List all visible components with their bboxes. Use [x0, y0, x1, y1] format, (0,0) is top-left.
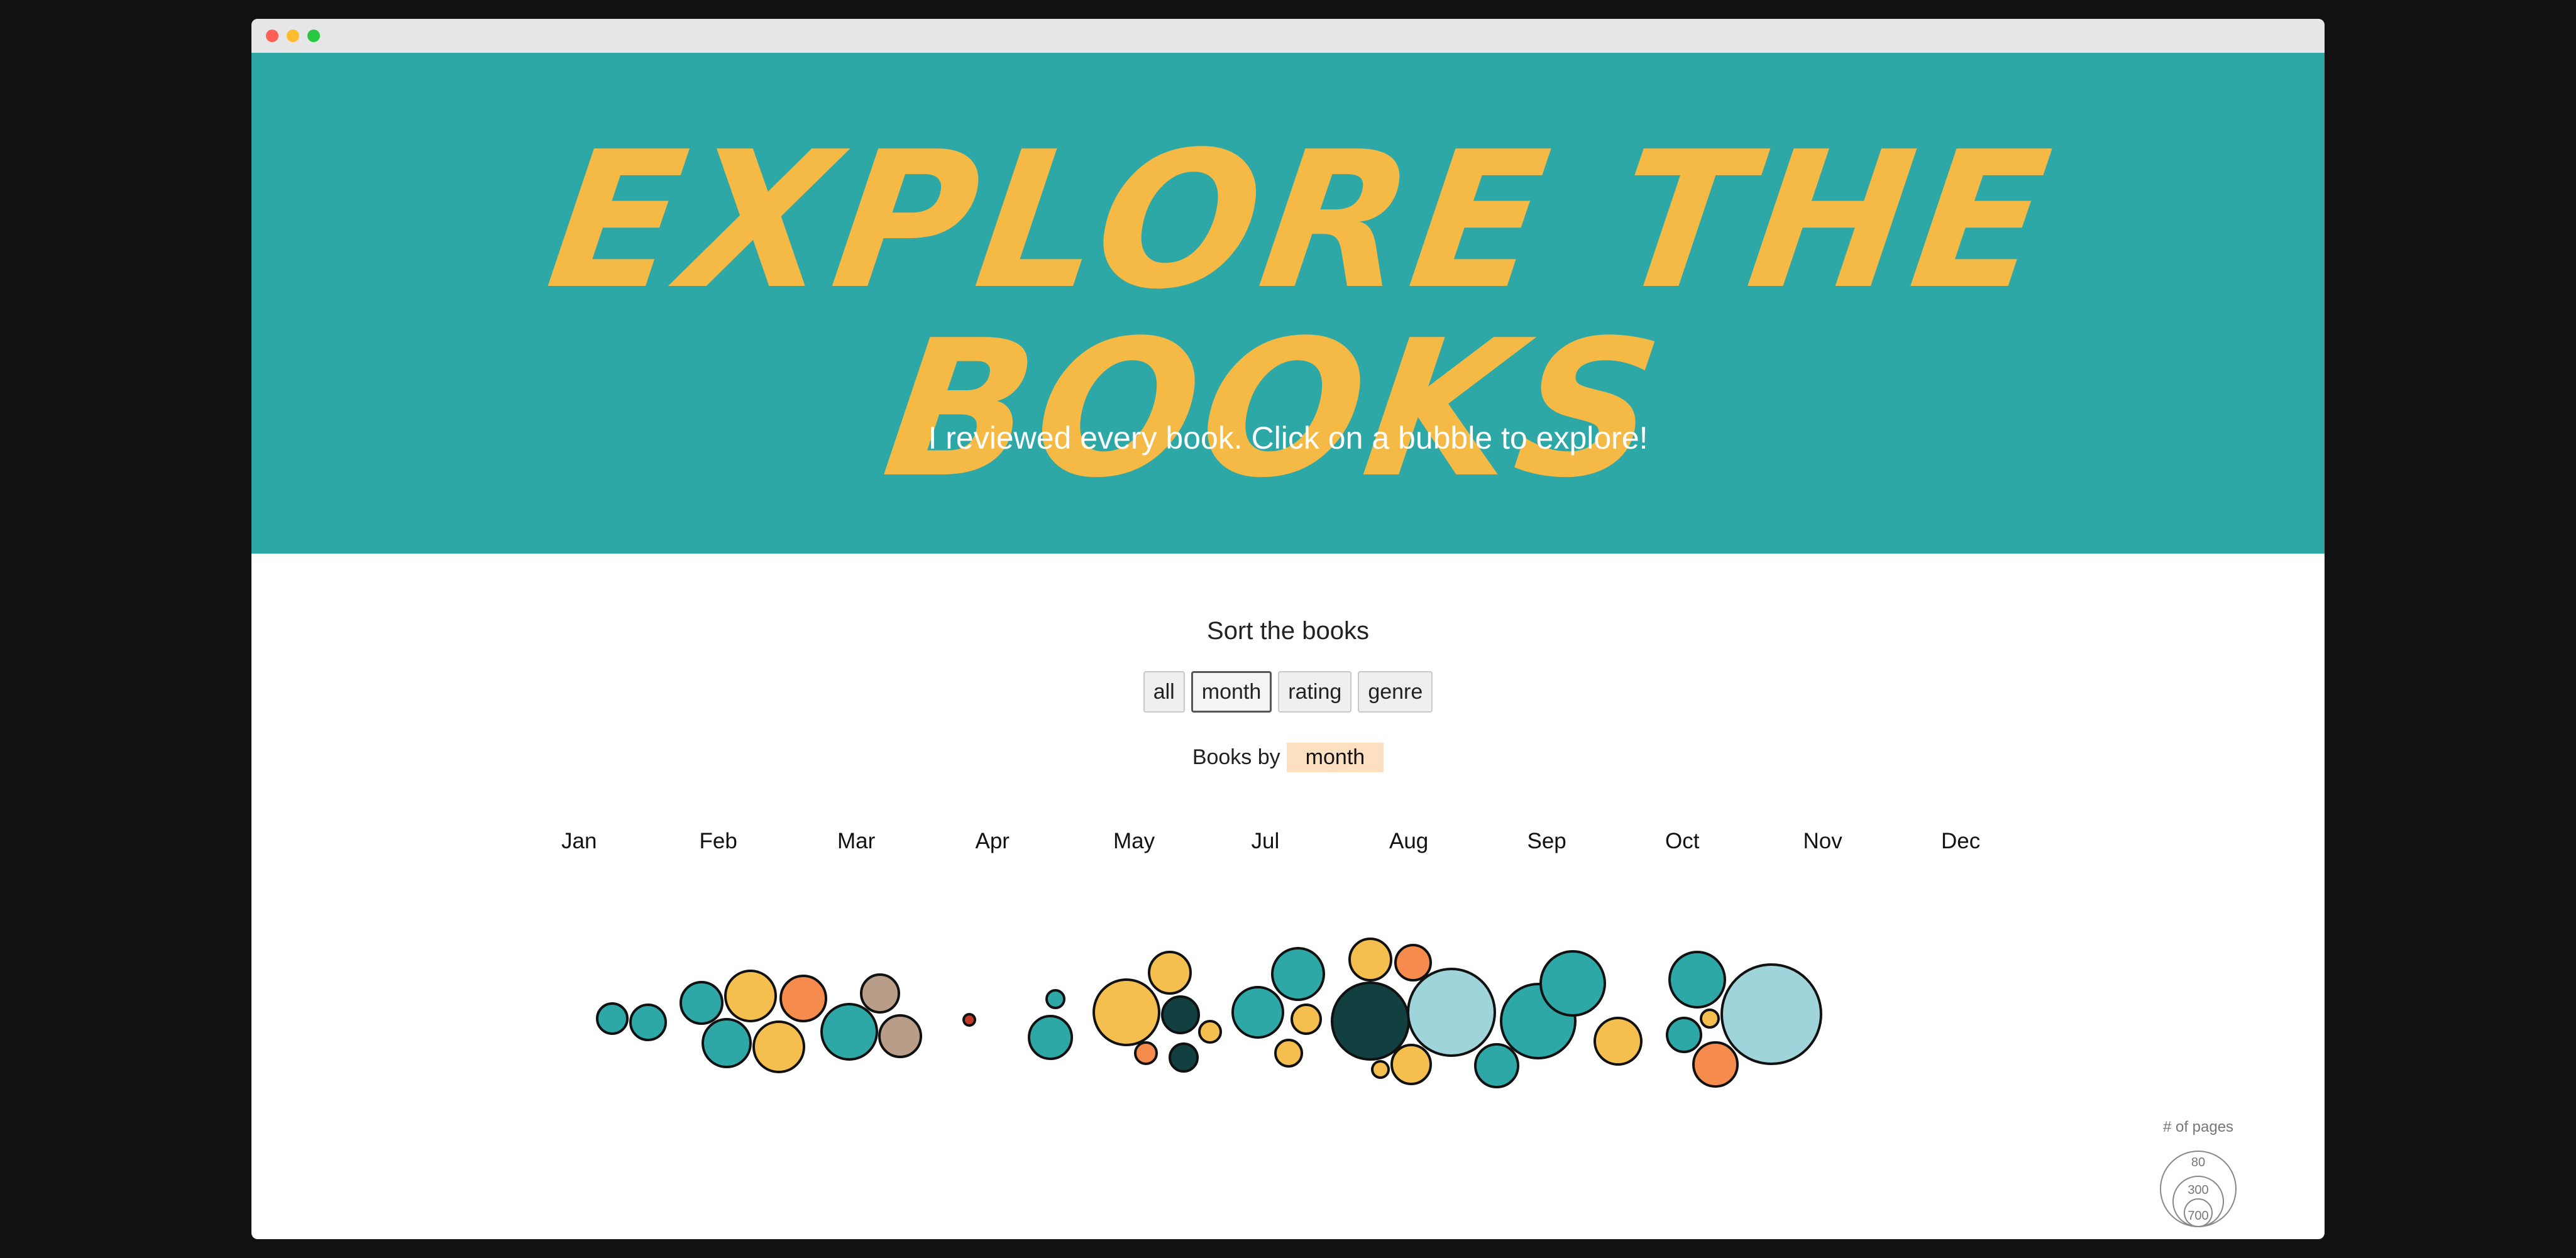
month-label-may: May	[1113, 829, 1155, 853]
book-bubble-26[interactable]	[1394, 944, 1432, 982]
book-bubble-4[interactable]	[724, 970, 777, 1022]
book-bubble-27[interactable]	[1407, 968, 1496, 1057]
month-label-aug: Aug	[1389, 829, 1428, 853]
browser-window: EXPLORE THE BOOKS I reviewed every book.…	[251, 19, 2325, 1239]
book-bubble-37[interactable]	[1692, 1041, 1739, 1088]
size-legend-label-80: 80	[2191, 1156, 2205, 1169]
book-bubble-12[interactable]	[1045, 989, 1065, 1009]
book-bubble-2[interactable]	[629, 1004, 667, 1041]
book-bubble-24[interactable]	[1331, 982, 1410, 1061]
book-bubble-36[interactable]	[1666, 1017, 1702, 1053]
book-bubble-28[interactable]	[1390, 1044, 1432, 1085]
month-label-jul: Jul	[1252, 829, 1280, 853]
book-bubble-16[interactable]	[1161, 995, 1200, 1034]
book-bubble-20[interactable]	[1231, 986, 1284, 1039]
book-bubble-14[interactable]	[1093, 978, 1160, 1046]
month-label-sep: Sep	[1527, 829, 1566, 853]
size-legend-label-700: 700	[2188, 1209, 2208, 1223]
month-label-feb: Feb	[700, 829, 737, 853]
book-bubble-1[interactable]	[596, 1002, 629, 1035]
month-label-oct: Oct	[1665, 829, 1700, 853]
book-bubble-19[interactable]	[1169, 1042, 1199, 1073]
book-bubble-7[interactable]	[752, 1020, 805, 1073]
book-bubble-8[interactable]	[820, 1003, 878, 1061]
month-label-mar: Mar	[837, 829, 876, 853]
book-bubble-23[interactable]	[1274, 1039, 1303, 1068]
month-label-nov: Nov	[1803, 829, 1843, 853]
month-label-dec: Dec	[1941, 829, 1980, 853]
book-bubble-6[interactable]	[702, 1018, 752, 1068]
month-label-apr: Apr	[976, 829, 1010, 853]
book-bubble-18[interactable]	[1134, 1041, 1158, 1065]
month-label-jan: Jan	[561, 829, 597, 853]
size-legend: # of pages 700 300 80	[2160, 1119, 2237, 1227]
book-bubble-9[interactable]	[860, 973, 900, 1014]
books-bubble-chart: Jan Feb Mar Apr May Jul Aug Sep Oct Nov Dec # of p…	[561, 829, 2237, 1227]
month-axis: Jan Feb Mar Apr May Jul Aug Sep Oct Nov Dec	[561, 829, 1980, 853]
book-bubble-29[interactable]	[1371, 1060, 1390, 1079]
book-bubble-34[interactable]	[1668, 951, 1726, 1009]
book-bubble-38[interactable]	[1720, 963, 1822, 1065]
book-bubble-32[interactable]	[1539, 950, 1606, 1017]
book-bubble-5[interactable]	[779, 975, 827, 1022]
book-bubble-21[interactable]	[1271, 947, 1325, 1001]
bubble-layer	[596, 938, 1822, 1088]
book-bubble-22[interactable]	[1291, 1004, 1322, 1035]
book-bubble-10[interactable]	[878, 1014, 922, 1058]
book-bubble-11[interactable]	[962, 1013, 976, 1027]
book-bubble-25[interactable]	[1348, 938, 1392, 982]
book-bubble-30[interactable]	[1474, 1043, 1519, 1088]
book-bubble-15[interactable]	[1148, 951, 1192, 995]
book-bubble-13[interactable]	[1028, 1015, 1073, 1060]
book-bubble-33[interactable]	[1593, 1017, 1643, 1066]
size-legend-title: # of pages	[2163, 1119, 2233, 1135]
size-legend-label-300: 300	[2188, 1183, 2208, 1197]
book-bubble-17[interactable]	[1198, 1020, 1222, 1044]
book-bubble-35[interactable]	[1700, 1009, 1720, 1029]
book-bubble-3[interactable]	[680, 981, 724, 1025]
